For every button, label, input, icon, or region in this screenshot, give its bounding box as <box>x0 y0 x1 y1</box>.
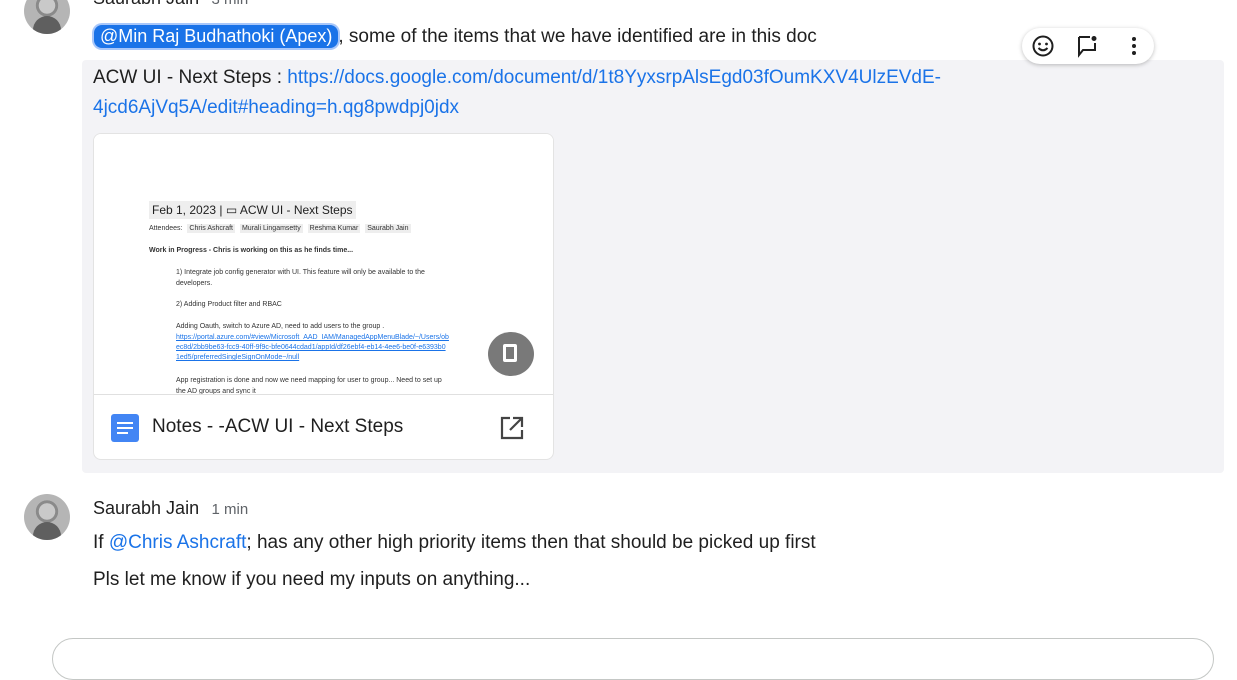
doc-card-title[interactable]: Notes - -ACW UI - Next Steps <box>152 416 403 438</box>
message-actions-toolbar <box>1022 28 1154 64</box>
doc-preview-item1-cont: developers. <box>176 280 213 287</box>
timestamp: 1 min <box>211 501 249 518</box>
doc-preview-wip: Work in Progress - Chris is working on t… <box>149 247 354 254</box>
doc-thumbnail[interactable]: Feb 1, 2023 | ▭ ACW UI - Next Steps Atte… <box>94 134 553 395</box>
doc-preview-url: ec8d/2bb9be63-fcc9-40ff-9f9c-bfe0644cdad… <box>176 344 446 351</box>
link-label: ACW UI - Next Steps : <box>93 67 288 88</box>
message-text-suffix: ; has any other high priority items then… <box>246 532 816 553</box>
google-docs-icon <box>111 414 139 442</box>
doc-preview-item2: 2) Adding Product filter and RBAC <box>176 301 282 308</box>
doc-preview-url: 1ed5/preferredSingleSignOnMode~/null <box>176 354 300 361</box>
doc-url-link-cont[interactable]: 4jcd6AjVq5A/edit#heading=h.qg8pwdpj0jdx <box>93 97 459 118</box>
doc-preview-registration: App registration is done and now we need… <box>176 377 442 384</box>
timestamp: 3 min <box>212 0 249 8</box>
reply-in-thread-icon[interactable] <box>1075 34 1099 58</box>
doc-preview-oauth: Adding Oauth, switch to Azure AD, need t… <box>176 323 385 330</box>
message-text: If @Chris Ashcraft; has any other high p… <box>93 532 816 554</box>
user-mention-chip[interactable]: @Min Raj Budhathoki (Apex) <box>94 25 339 48</box>
smile-emoji-icon[interactable] <box>1031 34 1055 58</box>
message-header: Saurabh Jain 1 min <box>93 498 248 519</box>
doc-link-line: ACW UI - Next Steps : https://docs.googl… <box>93 63 1013 123</box>
doc-url-link[interactable]: https://docs.google.com/document/d/1t8Yy… <box>287 67 941 88</box>
reply-input-box[interactable] <box>52 638 1214 680</box>
message-text-body: , some of the items that we have identif… <box>338 26 817 47</box>
open-in-new-icon[interactable] <box>498 414 526 442</box>
message-text: @Min Raj Budhathoki (Apex), some of the … <box>94 25 817 48</box>
avatar[interactable] <box>24 494 70 540</box>
doc-preview-card[interactable]: Feb 1, 2023 | ▭ ACW UI - Next Steps Atte… <box>93 133 554 460</box>
message-text-prefix: If <box>93 532 109 553</box>
more-vert-icon[interactable] <box>1122 34 1146 58</box>
doc-preview-attendees: Attendees: Chris Ashcraft Murali Lingams… <box>149 224 411 233</box>
doc-preview-item1: 1) Integrate job config generator with U… <box>176 269 425 276</box>
doc-preview-url: https://portal.azure.com/#view/Microsoft… <box>176 334 449 341</box>
avatar[interactable] <box>24 0 70 34</box>
preview-toggle-icon[interactable] <box>488 332 534 376</box>
message-header: Saurabh Jain 3 min <box>93 0 248 9</box>
author-name[interactable]: Saurabh Jain <box>93 498 199 518</box>
author-name[interactable]: Saurabh Jain <box>93 0 199 8</box>
user-mention-link[interactable]: @Chris Ashcraft <box>109 532 247 553</box>
doc-preview-header: Feb 1, 2023 | ▭ ACW UI - Next Steps <box>149 201 356 219</box>
doc-card-footer[interactable]: Notes - -ACW UI - Next Steps <box>94 394 553 459</box>
message-text: Pls let me know if you need my inputs on… <box>93 569 531 590</box>
